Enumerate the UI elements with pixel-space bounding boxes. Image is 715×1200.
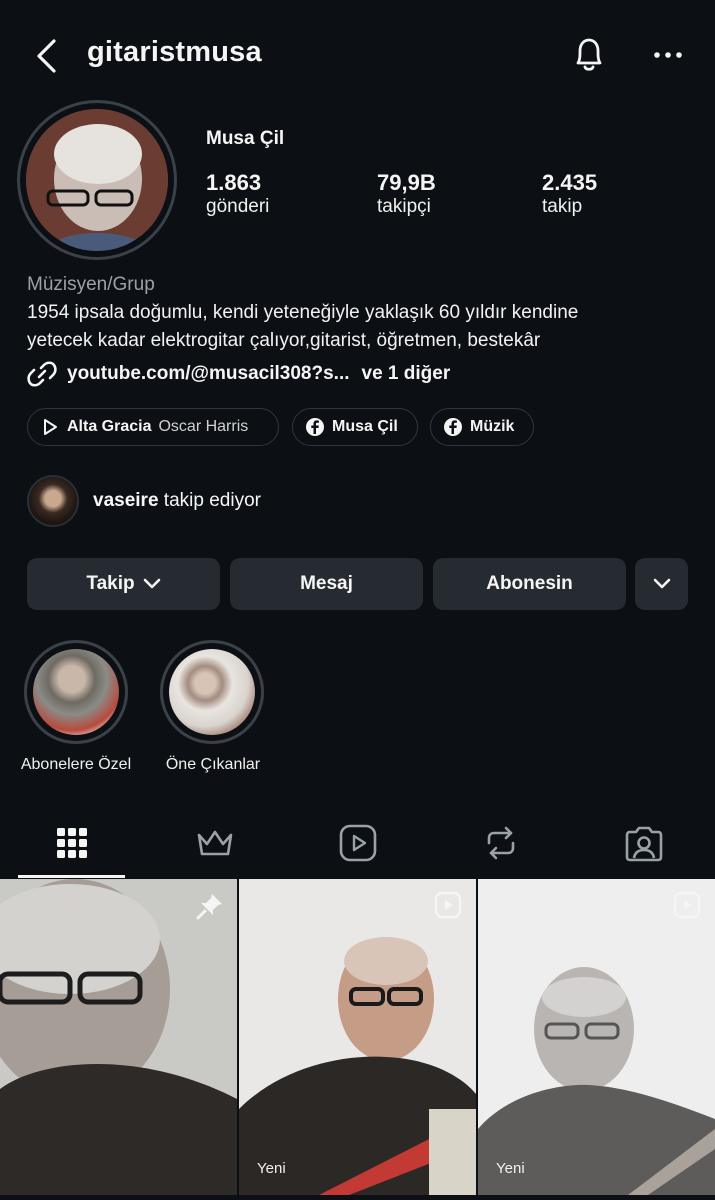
grid-post-3[interactable]: Yeni [478,879,715,1195]
highlight-featured-cover [169,649,255,735]
profile-link[interactable]: youtube.com/@musacil308?s... ve 1 diğer [27,360,450,388]
highlight-featured-ring [160,640,264,744]
bio-line-1: 1954 ipsala doğumlu, kendi yeteneğiyle y… [27,302,579,323]
highlight-featured-label: Öne Çıkanlar [165,756,261,773]
tab-tagged[interactable] [572,808,715,878]
suggestions-button[interactable] [635,558,688,610]
stat-posts-label: gönderi [206,196,270,217]
reels-icon [339,824,376,862]
grid-post-2-label: Yeni [257,1160,286,1177]
repost-icon [487,826,514,860]
more-options-button[interactable] [648,40,688,70]
stat-posts-value: 1.863 [206,170,262,195]
tab-grid[interactable] [0,808,143,878]
stat-following-value: 2.435 [542,170,598,195]
stat-followers-value: 79,9B [377,170,436,195]
facebook-chip-profile[interactable]: Musa Çil [292,408,418,446]
chevron-down-icon [653,578,670,589]
profile-link-more[interactable]: ve 1 diğer [362,363,451,385]
music-chip-title: Alta Gracia [67,418,152,435]
profile-name: Musa Çil [206,128,285,149]
highlight-subscribers-ring [24,640,128,744]
crown-icon [197,830,232,856]
back-arrow-icon [37,39,56,73]
pin-icon [196,894,222,920]
profile-bio: 1954 ipsala doğumlu, kendi yeteneğiyle y… [27,299,687,355]
music-chip-artist: Oscar Harris [158,418,249,435]
mutual-follower-avatar [27,475,79,527]
subscribed-button[interactable]: Abonesin [433,558,626,610]
link-icon [27,361,57,387]
mutual-follower[interactable]: vaseire takip ediyor [27,475,261,527]
tab-active-indicator [18,875,125,878]
message-button-label: Mesaj [300,573,353,594]
profile-avatar[interactable] [17,100,177,260]
bio-line-2: yetecek kadar elektrogitar çalıyor,gitar… [27,330,541,351]
mutual-follower-username: vaseire [93,490,159,511]
stat-followers[interactable]: 79,9B takipçi [377,170,436,218]
facebook-icon [306,418,324,436]
tab-subscriber-content[interactable] [143,808,286,878]
follow-button-label: Takip [86,573,135,594]
facebook-chip-music-label: Müzik [470,418,515,435]
message-button[interactable]: Mesaj [230,558,423,610]
stat-posts[interactable]: 1.863 gönderi [206,170,269,218]
tab-reposts[interactable] [429,808,572,878]
chevron-down-icon [143,578,160,589]
mutual-follower-suffix: takip ediyor [163,490,261,511]
notifications-button[interactable] [568,34,610,76]
highlight-featured[interactable]: Öne Çıkanlar [156,640,270,774]
play-icon [44,419,57,435]
grid-post-1[interactable] [0,879,237,1195]
stat-followers-label: takipçi [377,196,431,217]
grid-post-3-label: Yeni [496,1160,525,1177]
stat-following-label: takip [542,196,583,217]
back-button[interactable] [26,36,66,76]
profile-username: gitaristmusa [87,36,262,68]
follow-button[interactable]: Takip [27,558,220,610]
tagged-icon [625,826,662,862]
avatar-photo [26,109,168,251]
highlight-subscribers[interactable]: Abonelere Özel [14,640,138,774]
subscribed-button-label: Abonesin [486,573,573,594]
profile-category: Müzisyen/Grup [27,274,155,295]
highlight-subscribers-label: Abonelere Özel [20,756,132,773]
more-icon [654,52,682,58]
facebook-chip-profile-label: Musa Çil [332,418,398,435]
grid-post-3-thumbnail [478,879,715,1195]
facebook-icon [444,418,462,436]
mutual-follower-text: vaseire takip ediyor [93,490,261,512]
reel-badge-icon [434,891,462,919]
grid-icon [56,828,87,858]
profile-tabs [0,808,715,878]
reel-badge-icon [673,891,701,919]
profile-link-text: youtube.com/@musacil308?s... [67,363,350,384]
bell-icon [576,38,602,71]
grid-post-2[interactable]: Yeni [239,879,476,1195]
stat-following[interactable]: 2.435 takip [542,170,597,218]
highlight-subscribers-cover [33,649,119,735]
grid-post-2-thumbnail [239,879,476,1195]
tab-reels[interactable] [286,808,429,878]
grid-post-1-thumbnail [0,879,237,1195]
facebook-chip-music[interactable]: Müzik [430,408,534,446]
music-chip[interactable]: Alta Gracia Oscar Harris [27,408,279,446]
